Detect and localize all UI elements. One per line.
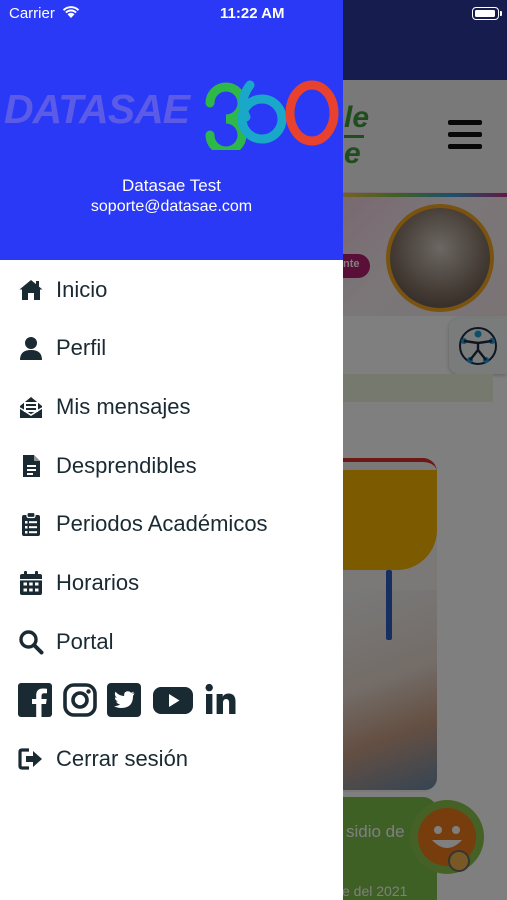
menu-item-label: Perfil <box>56 335 107 360</box>
status-time: 11:22 AM <box>220 5 285 22</box>
brand-logo-360 <box>205 80 339 150</box>
logout-button[interactable]: Cerrar sesión <box>0 734 343 784</box>
menu-item-label: Desprendibles <box>56 453 197 478</box>
battery-icon <box>472 7 502 20</box>
facebook-icon[interactable] <box>17 682 53 718</box>
instagram-icon[interactable] <box>62 682 98 718</box>
youtube-icon[interactable] <box>152 682 194 718</box>
menu-item-periodos-academicos[interactable]: Periodos Académicos <box>0 499 343 549</box>
logout-label: Cerrar sesión <box>56 746 189 771</box>
menu-item-label: Mis mensajes <box>56 394 191 419</box>
inbox-icon <box>19 397 43 418</box>
home-icon <box>19 280 43 300</box>
menu-item-label: Periodos Académicos <box>56 511 268 536</box>
menu-item-horarios[interactable]: Horarios <box>0 558 343 608</box>
menu-item-label: Horarios <box>56 570 140 595</box>
menu-item-desprendibles[interactable]: Desprendibles <box>0 441 343 491</box>
twitter-icon[interactable] <box>106 682 142 718</box>
calendar-icon <box>20 571 42 595</box>
user-icon <box>20 337 42 360</box>
clipboard-icon <box>22 511 40 536</box>
user-name: Datasae Test <box>122 176 221 195</box>
navigation-drawer: Carrier 11:22 AM DATASAE Datasae Test so… <box>0 0 502 900</box>
menu-item-mis-mensajes[interactable]: Mis mensajes <box>0 382 343 432</box>
menu-item-label: Inicio <box>56 277 108 302</box>
wifi-icon <box>62 6 80 18</box>
sign-out-icon <box>18 748 42 770</box>
linkedin-icon[interactable] <box>203 682 239 718</box>
document-icon <box>23 455 40 477</box>
menu-item-portal[interactable]: Portal <box>0 617 343 667</box>
menu-item-perfil[interactable]: Perfil <box>0 323 343 373</box>
search-icon <box>19 630 44 655</box>
user-email: soporte@datasae.com <box>90 198 253 215</box>
menu-item-inicio[interactable]: Inicio <box>0 265 343 315</box>
menu-item-label: Portal <box>56 629 114 654</box>
status-carrier: Carrier <box>9 5 55 22</box>
